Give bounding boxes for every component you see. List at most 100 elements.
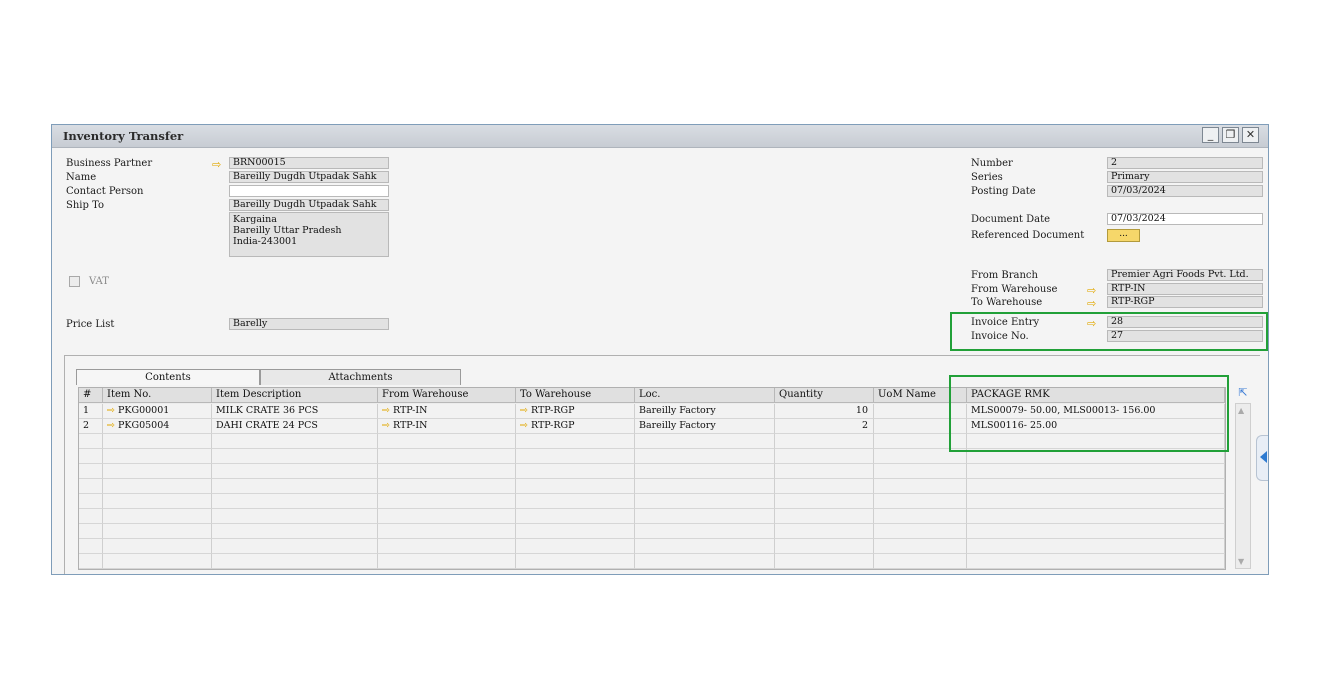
link-arrow-icon[interactable]: ⇨ xyxy=(212,159,221,170)
empty-cell[interactable] xyxy=(967,494,1225,509)
column-header[interactable]: Quantity xyxy=(775,388,874,403)
empty-cell[interactable] xyxy=(103,554,212,569)
empty-cell[interactable] xyxy=(79,434,103,449)
empty-cell[interactable] xyxy=(775,434,874,449)
table-cell[interactable]: ⇨ PKG00001 xyxy=(103,404,212,419)
link-arrow-icon[interactable]: ⇨ xyxy=(382,405,393,416)
close-icon[interactable]: ✕ xyxy=(1242,127,1259,143)
empty-cell[interactable] xyxy=(516,539,635,554)
empty-cell[interactable] xyxy=(79,554,103,569)
empty-cell[interactable] xyxy=(516,494,635,509)
empty-cell[interactable] xyxy=(516,449,635,464)
business-partner-field[interactable]: BRN00015 xyxy=(229,157,389,169)
tab-attachments[interactable]: Attachments xyxy=(260,369,461,385)
empty-cell[interactable] xyxy=(635,434,775,449)
from-warehouse-field[interactable]: RTP-IN xyxy=(1107,283,1263,295)
empty-cell[interactable] xyxy=(378,509,516,524)
link-arrow-icon[interactable]: ⇨ xyxy=(1087,285,1096,296)
empty-cell[interactable] xyxy=(103,479,212,494)
empty-cell[interactable] xyxy=(103,449,212,464)
expand-icon[interactable]: ⇱ xyxy=(1236,386,1250,399)
empty-cell[interactable] xyxy=(775,554,874,569)
empty-cell[interactable] xyxy=(516,479,635,494)
column-header[interactable]: To Warehouse xyxy=(516,388,635,403)
table-cell[interactable]: ⇨ RTP-IN xyxy=(378,404,516,419)
empty-cell[interactable] xyxy=(378,524,516,539)
empty-cell[interactable] xyxy=(874,509,967,524)
table-cell[interactable]: 2 xyxy=(775,419,874,434)
link-arrow-icon[interactable]: ⇨ xyxy=(107,420,118,431)
name-field[interactable]: Bareilly Dugdh Utpadak Sahk xyxy=(229,171,389,183)
empty-cell[interactable] xyxy=(516,464,635,479)
table-cell[interactable]: DAHI CRATE 24 PCS xyxy=(212,419,378,434)
empty-cell[interactable] xyxy=(79,494,103,509)
empty-cell[interactable] xyxy=(874,524,967,539)
empty-cell[interactable] xyxy=(635,509,775,524)
column-header[interactable]: Item No. xyxy=(103,388,212,403)
empty-cell[interactable] xyxy=(635,479,775,494)
empty-cell[interactable] xyxy=(874,539,967,554)
empty-cell[interactable] xyxy=(967,554,1225,569)
empty-cell[interactable] xyxy=(516,524,635,539)
empty-cell[interactable] xyxy=(79,449,103,464)
document-date-field[interactable]: 07/03/2024 xyxy=(1107,213,1263,225)
referenced-document-button[interactable]: ... xyxy=(1107,229,1140,242)
empty-cell[interactable] xyxy=(775,539,874,554)
ship-to-field[interactable]: Bareilly Dugdh Utpadak Sahk xyxy=(229,199,389,211)
empty-cell[interactable] xyxy=(874,479,967,494)
side-panel-toggle[interactable] xyxy=(1256,435,1268,481)
empty-cell[interactable] xyxy=(967,509,1225,524)
empty-cell[interactable] xyxy=(775,479,874,494)
empty-cell[interactable] xyxy=(212,524,378,539)
empty-cell[interactable] xyxy=(635,464,775,479)
column-header[interactable]: Item Description xyxy=(212,388,378,403)
empty-cell[interactable] xyxy=(212,434,378,449)
empty-cell[interactable] xyxy=(79,509,103,524)
empty-cell[interactable] xyxy=(775,509,874,524)
vertical-scrollbar[interactable]: ▲ ▼ xyxy=(1235,403,1251,569)
empty-cell[interactable] xyxy=(378,449,516,464)
link-arrow-icon[interactable]: ⇨ xyxy=(1087,298,1096,309)
empty-cell[interactable] xyxy=(775,494,874,509)
row-number[interactable]: 2 xyxy=(79,419,103,434)
column-header[interactable]: # xyxy=(79,388,103,403)
restore-icon[interactable]: ❐ xyxy=(1222,127,1239,143)
vat-checkbox[interactable] xyxy=(69,276,80,287)
empty-cell[interactable] xyxy=(874,554,967,569)
table-cell[interactable]: MILK CRATE 36 PCS xyxy=(212,404,378,419)
empty-cell[interactable] xyxy=(516,509,635,524)
empty-cell[interactable] xyxy=(635,494,775,509)
table-cell[interactable]: ⇨ RTP-RGP xyxy=(516,404,635,419)
empty-cell[interactable] xyxy=(635,539,775,554)
row-number[interactable]: 1 xyxy=(79,404,103,419)
empty-cell[interactable] xyxy=(103,524,212,539)
empty-cell[interactable] xyxy=(103,494,212,509)
empty-cell[interactable] xyxy=(775,464,874,479)
empty-cell[interactable] xyxy=(79,479,103,494)
empty-cell[interactable] xyxy=(635,449,775,464)
empty-cell[interactable] xyxy=(103,434,212,449)
empty-cell[interactable] xyxy=(378,554,516,569)
empty-cell[interactable] xyxy=(378,539,516,554)
empty-cell[interactable] xyxy=(212,464,378,479)
tab-contents[interactable]: Contents xyxy=(76,369,260,385)
empty-cell[interactable] xyxy=(516,434,635,449)
empty-cell[interactable] xyxy=(103,464,212,479)
column-header[interactable]: From Warehouse xyxy=(378,388,516,403)
empty-cell[interactable] xyxy=(635,554,775,569)
empty-cell[interactable] xyxy=(378,464,516,479)
table-cell[interactable]: ⇨ RTP-RGP xyxy=(516,419,635,434)
table-cell[interactable]: ⇨ RTP-IN xyxy=(378,419,516,434)
table-cell[interactable]: ⇨ PKG05004 xyxy=(103,419,212,434)
to-warehouse-field[interactable]: RTP-RGP xyxy=(1107,296,1263,308)
contact-person-field[interactable] xyxy=(229,185,389,197)
empty-cell[interactable] xyxy=(103,539,212,554)
table-cell[interactable]: Bareilly Factory xyxy=(635,419,775,434)
table-cell[interactable]: Bareilly Factory xyxy=(635,404,775,419)
price-list-field[interactable]: Barelly xyxy=(229,318,389,330)
empty-cell[interactable] xyxy=(516,554,635,569)
link-arrow-icon[interactable]: ⇨ xyxy=(520,420,531,431)
table-cell[interactable]: 10 xyxy=(775,404,874,419)
empty-cell[interactable] xyxy=(212,509,378,524)
empty-cell[interactable] xyxy=(79,464,103,479)
